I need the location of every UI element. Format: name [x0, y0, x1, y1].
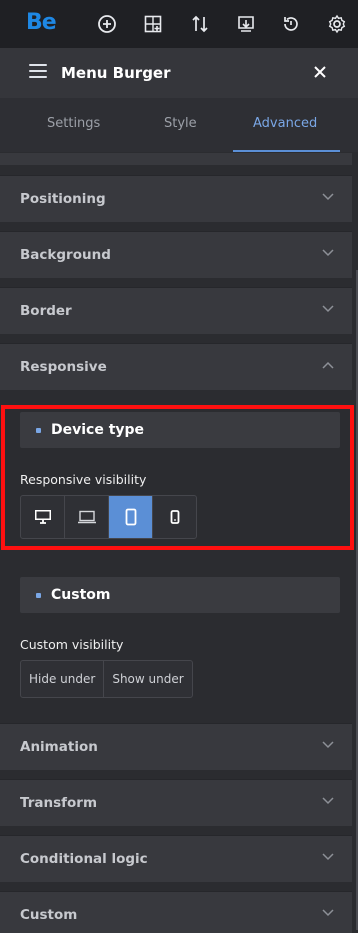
- chevron-down-icon: [322, 797, 334, 805]
- panel-title: Menu Burger: [61, 64, 171, 82]
- section-label: Border: [20, 303, 72, 319]
- section-label: Transform: [20, 795, 98, 811]
- section-background[interactable]: Background: [0, 231, 352, 278]
- tab-advanced[interactable]: Advanced: [253, 116, 317, 131]
- section-label: Responsive: [20, 359, 107, 375]
- highlight-box: [1, 405, 354, 550]
- section-responsive[interactable]: Responsive: [0, 343, 352, 390]
- tab-bar: Settings Style Advanced: [0, 98, 358, 152]
- section-label: Conditional logic: [20, 851, 148, 867]
- section-label: Animation: [20, 739, 98, 755]
- custom-visibility-label: Custom visibility: [20, 637, 124, 652]
- section-label: Custom: [20, 907, 78, 923]
- add-section-icon[interactable]: [141, 12, 165, 36]
- bullet-icon: [36, 593, 41, 598]
- sort-icon[interactable]: [188, 12, 212, 36]
- hide-under-button[interactable]: Hide under: [21, 661, 105, 697]
- chevron-down-icon: [322, 305, 334, 313]
- custom-heading: Custom: [20, 577, 340, 613]
- app-logo[interactable]: Be: [26, 10, 57, 35]
- close-icon[interactable]: [312, 64, 328, 80]
- import-icon[interactable]: [234, 12, 258, 36]
- settings-icon[interactable]: [325, 12, 349, 36]
- section-positioning[interactable]: Positioning: [0, 175, 352, 222]
- section-custom[interactable]: Custom: [0, 891, 352, 933]
- section-transform[interactable]: Transform: [0, 779, 352, 826]
- custom-label: Custom: [51, 587, 111, 603]
- section-border[interactable]: Border: [0, 287, 352, 334]
- section-animation[interactable]: Animation: [0, 723, 352, 770]
- builder-panel: Be Menu Burger Settings Style Advanced P…: [0, 0, 358, 933]
- show-under-button[interactable]: Show under: [104, 661, 191, 697]
- section-label: Positioning: [20, 191, 106, 207]
- panel-header: Menu Burger: [0, 48, 358, 98]
- menu-icon[interactable]: [29, 64, 47, 78]
- section-label: Background: [20, 247, 111, 263]
- chevron-down-icon: [322, 193, 334, 201]
- chevron-down-icon: [322, 249, 334, 257]
- active-tab-indicator: [233, 150, 340, 152]
- chevron-down-icon: [322, 741, 334, 749]
- chevron-up-icon: [322, 361, 334, 369]
- tab-settings[interactable]: Settings: [47, 116, 100, 131]
- tab-style[interactable]: Style: [164, 116, 197, 131]
- custom-visibility-group: Hide under Show under: [20, 660, 193, 698]
- history-icon[interactable]: [279, 12, 303, 36]
- chevron-down-icon: [322, 853, 334, 861]
- section-partial: [0, 153, 352, 165]
- add-icon[interactable]: [95, 12, 119, 36]
- section-conditional-logic[interactable]: Conditional logic: [0, 835, 352, 882]
- chevron-down-icon: [322, 909, 334, 917]
- top-toolbar: Be: [0, 0, 358, 48]
